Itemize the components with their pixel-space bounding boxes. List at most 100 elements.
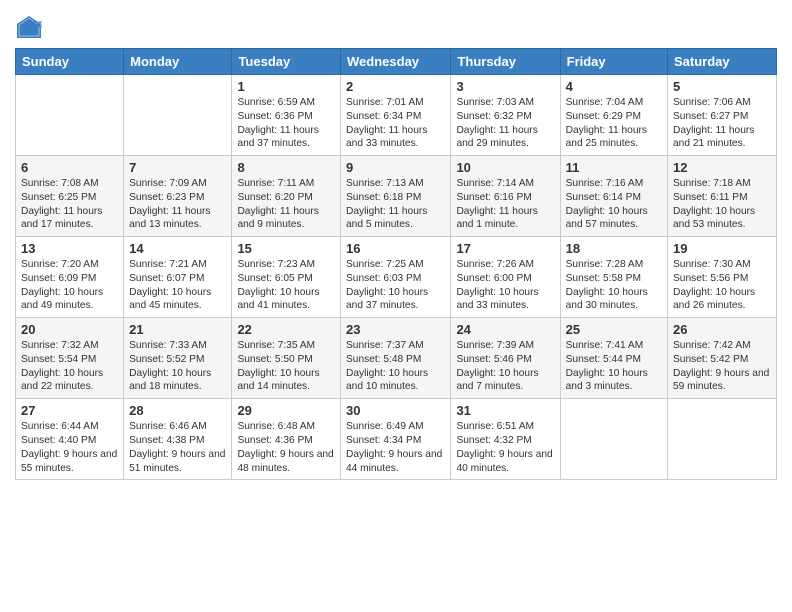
- day-number: 3: [456, 79, 554, 94]
- day-number: 29: [237, 403, 335, 418]
- day-number: 1: [237, 79, 335, 94]
- header-day-sunday: Sunday: [16, 49, 124, 75]
- day-content: Sunrise: 6:49 AM Sunset: 4:34 PM Dayligh…: [346, 420, 445, 475]
- calendar-cell: 23Sunrise: 7:37 AM Sunset: 5:48 PM Dayli…: [341, 318, 451, 399]
- header-day-tuesday: Tuesday: [232, 49, 341, 75]
- day-number: 25: [566, 322, 662, 337]
- calendar-cell: 5 Sunrise: 7:06 AM Sunset: 6:27 PM Daylig…: [668, 75, 777, 156]
- day-content: Sunrise: 7:32 AM Sunset: 5:54 PM Dayligh…: [21, 339, 118, 394]
- day-number: 19: [673, 241, 771, 256]
- calendar-week-1: 1 Sunrise: 6:59 AM Sunset: 6:36 PM Daylig…: [16, 75, 777, 156]
- calendar-cell: 6 Sunrise: 7:08 AM Sunset: 6:25 PM Daylig…: [16, 156, 124, 237]
- calendar-cell: [16, 75, 124, 156]
- calendar-cell: 18 Sunrise: 7:28 AM Sunset: 5:58 PM Dayli…: [560, 237, 667, 318]
- calendar-cell: 10 Sunrise: 7:14 AM Sunset: 6:16 PM Dayli…: [451, 156, 560, 237]
- calendar-cell: 17 Sunrise: 7:26 AM Sunset: 6:00 PM Dayli…: [451, 237, 560, 318]
- calendar-week-2: 6 Sunrise: 7:08 AM Sunset: 6:25 PM Daylig…: [16, 156, 777, 237]
- calendar-cell: 2Sunrise: 7:01 AM Sunset: 6:34 PM Daylig…: [341, 75, 451, 156]
- calendar-cell: 16 Sunrise: 7:25 AM Sunset: 6:03 PM Dayli…: [341, 237, 451, 318]
- calendar-cell: 30 Sunrise: 6:49 AM Sunset: 4:34 PM Dayli…: [341, 399, 451, 480]
- calendar-week-4: 20 Sunrise: 7:32 AM Sunset: 5:54 PM Dayli…: [16, 318, 777, 399]
- calendar-cell: 15 Sunrise: 7:23 AM Sunset: 6:05 PM Dayli…: [232, 237, 341, 318]
- calendar-week-5: 27 Sunrise: 6:44 AM Sunset: 4:40 PM Dayli…: [16, 399, 777, 480]
- day-number: 6: [21, 160, 118, 175]
- calendar-cell: 14Sunrise: 7:21 AM Sunset: 6:07 PM Dayli…: [124, 237, 232, 318]
- day-content: Sunrise: 6:51 AM Sunset: 4:32 PM Dayligh…: [456, 420, 554, 475]
- day-number: 21: [129, 322, 226, 337]
- day-content: Sunrise: 7:21 AM Sunset: 6:07 PM Dayligh…: [129, 258, 226, 313]
- calendar-cell: [668, 399, 777, 480]
- calendar-cell: 1 Sunrise: 6:59 AM Sunset: 6:36 PM Daylig…: [232, 75, 341, 156]
- day-content: Sunrise: 7:33 AM Sunset: 5:52 PM Dayligh…: [129, 339, 226, 394]
- day-number: 15: [237, 241, 335, 256]
- day-content: Sunrise: 7:08 AM Sunset: 6:25 PM Dayligh…: [21, 177, 118, 232]
- day-content: Sunrise: 7:06 AM Sunset: 6:27 PM Dayligh…: [673, 96, 771, 151]
- day-number: 13: [21, 241, 118, 256]
- day-number: 27: [21, 403, 118, 418]
- day-content: Sunrise: 7:14 AM Sunset: 6:16 PM Dayligh…: [456, 177, 554, 232]
- day-content: Sunrise: 6:44 AM Sunset: 4:40 PM Dayligh…: [21, 420, 118, 475]
- page: SundayMondayTuesdayWednesdayThursdayFrid…: [0, 0, 792, 612]
- calendar-cell: [560, 399, 667, 480]
- day-content: Sunrise: 7:28 AM Sunset: 5:58 PM Dayligh…: [566, 258, 662, 313]
- day-number: 24: [456, 322, 554, 337]
- calendar-cell: 22Sunrise: 7:35 AM Sunset: 5:50 PM Dayli…: [232, 318, 341, 399]
- day-number: 11: [566, 160, 662, 175]
- day-content: Sunrise: 7:04 AM Sunset: 6:29 PM Dayligh…: [566, 96, 662, 151]
- day-content: Sunrise: 7:23 AM Sunset: 6:05 PM Dayligh…: [237, 258, 335, 313]
- day-content: Sunrise: 6:46 AM Sunset: 4:38 PM Dayligh…: [129, 420, 226, 475]
- day-content: Sunrise: 7:42 AM Sunset: 5:42 PM Dayligh…: [673, 339, 771, 394]
- header-day-thursday: Thursday: [451, 49, 560, 75]
- day-content: Sunrise: 7:26 AM Sunset: 6:00 PM Dayligh…: [456, 258, 554, 313]
- day-content: Sunrise: 6:48 AM Sunset: 4:36 PM Dayligh…: [237, 420, 335, 475]
- day-content: Sunrise: 7:11 AM Sunset: 6:20 PM Dayligh…: [237, 177, 335, 232]
- calendar-cell: 21 Sunrise: 7:33 AM Sunset: 5:52 PM Dayli…: [124, 318, 232, 399]
- day-content: Sunrise: 7:41 AM Sunset: 5:44 PM Dayligh…: [566, 339, 662, 394]
- day-content: Sunrise: 7:01 AM Sunset: 6:34 PM Dayligh…: [346, 96, 445, 151]
- calendar-cell: 4Sunrise: 7:04 AM Sunset: 6:29 PM Daylig…: [560, 75, 667, 156]
- header: [15, 10, 777, 42]
- day-number: 20: [21, 322, 118, 337]
- day-number: 31: [456, 403, 554, 418]
- day-number: 7: [129, 160, 226, 175]
- day-number: 10: [456, 160, 554, 175]
- header-day-friday: Friday: [560, 49, 667, 75]
- day-number: 23: [346, 322, 445, 337]
- day-number: 17: [456, 241, 554, 256]
- calendar-cell: 12Sunrise: 7:18 AM Sunset: 6:11 PM Dayli…: [668, 156, 777, 237]
- calendar-cell: 26 Sunrise: 7:42 AM Sunset: 5:42 PM Dayli…: [668, 318, 777, 399]
- day-content: Sunrise: 7:20 AM Sunset: 6:09 PM Dayligh…: [21, 258, 118, 313]
- calendar-cell: 24 Sunrise: 7:39 AM Sunset: 5:46 PM Dayli…: [451, 318, 560, 399]
- day-number: 30: [346, 403, 445, 418]
- calendar-cell: 13 Sunrise: 7:20 AM Sunset: 6:09 PM Dayli…: [16, 237, 124, 318]
- day-content: Sunrise: 6:59 AM Sunset: 6:36 PM Dayligh…: [237, 96, 335, 151]
- logo: [15, 14, 45, 42]
- day-content: Sunrise: 7:35 AM Sunset: 5:50 PM Dayligh…: [237, 339, 335, 394]
- day-content: Sunrise: 7:30 AM Sunset: 5:56 PM Dayligh…: [673, 258, 771, 313]
- calendar-cell: 19 Sunrise: 7:30 AM Sunset: 5:56 PM Dayli…: [668, 237, 777, 318]
- day-content: Sunrise: 7:18 AM Sunset: 6:11 PM Dayligh…: [673, 177, 771, 232]
- day-content: Sunrise: 7:39 AM Sunset: 5:46 PM Dayligh…: [456, 339, 554, 394]
- calendar-cell: 3 Sunrise: 7:03 AM Sunset: 6:32 PM Daylig…: [451, 75, 560, 156]
- day-number: 5: [673, 79, 771, 94]
- header-day-monday: Monday: [124, 49, 232, 75]
- calendar-cell: 25 Sunrise: 7:41 AM Sunset: 5:44 PM Dayli…: [560, 318, 667, 399]
- day-number: 16: [346, 241, 445, 256]
- calendar-week-3: 13 Sunrise: 7:20 AM Sunset: 6:09 PM Dayli…: [16, 237, 777, 318]
- calendar-cell: 31 Sunrise: 6:51 AM Sunset: 4:32 PM Dayli…: [451, 399, 560, 480]
- day-content: Sunrise: 7:09 AM Sunset: 6:23 PM Dayligh…: [129, 177, 226, 232]
- calendar-cell: 28Sunrise: 6:46 AM Sunset: 4:38 PM Dayli…: [124, 399, 232, 480]
- day-number: 18: [566, 241, 662, 256]
- logo-icon: [15, 14, 43, 42]
- calendar-cell: [124, 75, 232, 156]
- day-content: Sunrise: 7:13 AM Sunset: 6:18 PM Dayligh…: [346, 177, 445, 232]
- day-number: 9: [346, 160, 445, 175]
- calendar-cell: 11 Sunrise: 7:16 AM Sunset: 6:14 PM Dayli…: [560, 156, 667, 237]
- day-number: 26: [673, 322, 771, 337]
- day-content: Sunrise: 7:16 AM Sunset: 6:14 PM Dayligh…: [566, 177, 662, 232]
- day-content: Sunrise: 7:03 AM Sunset: 6:32 PM Dayligh…: [456, 96, 554, 151]
- day-content: Sunrise: 7:25 AM Sunset: 6:03 PM Dayligh…: [346, 258, 445, 313]
- header-day-saturday: Saturday: [668, 49, 777, 75]
- calendar-cell: 9 Sunrise: 7:13 AM Sunset: 6:18 PM Daylig…: [341, 156, 451, 237]
- calendar-cell: 20 Sunrise: 7:32 AM Sunset: 5:54 PM Dayli…: [16, 318, 124, 399]
